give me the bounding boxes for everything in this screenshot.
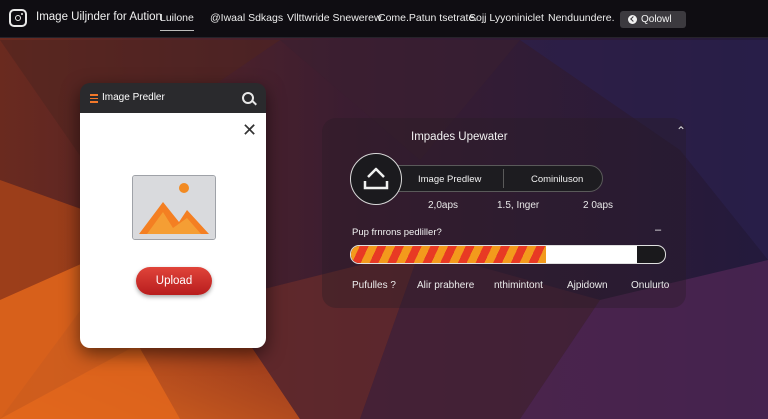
progress-label: Pup frnrons pedliller? <box>352 227 442 238</box>
app-logo-icon[interactable] <box>9 9 27 27</box>
footer-item[interactable]: Alir prabhere <box>417 280 474 291</box>
upload-progress-bar <box>350 245 666 264</box>
top-action-label: Qolowl <box>641 14 672 25</box>
chevron-up-icon[interactable]: ⌃ <box>676 124 686 138</box>
progress-fill <box>351 246 546 263</box>
nav-item-iwaal-sdkags[interactable]: @Iwaal Sdkags <box>210 12 283 24</box>
segment-divider <box>503 169 504 188</box>
search-icon[interactable] <box>242 92 254 104</box>
progress-buffer <box>545 246 637 263</box>
segment-image-predlew[interactable]: Image Predlew <box>418 174 481 185</box>
image-placeholder-icon[interactable] <box>132 175 216 240</box>
image-preview-card: Image Predler ✕ Upload <box>80 83 266 348</box>
card-header: Image Predler <box>80 83 266 113</box>
footer-item[interactable]: Ajpidown <box>567 280 608 291</box>
upload-button[interactable]: Upload <box>136 267 212 295</box>
nav-item-vllttwride[interactable]: Vllttwride Snewerew <box>287 12 382 24</box>
top-action-button[interactable]: Qolowl <box>620 11 686 28</box>
upload-tray-icon[interactable] <box>350 153 402 205</box>
card-body: ✕ Upload <box>80 113 266 348</box>
footer-item[interactable]: Onulurto <box>631 280 669 291</box>
close-icon[interactable]: ✕ <box>242 121 257 139</box>
segment-cominiluson[interactable]: Cominiluson <box>531 174 583 185</box>
nav-item-nenduundere[interactable]: Nenduundere. <box>548 12 615 24</box>
stat-value: 1.5, Inger <box>497 200 540 211</box>
hamburger-icon[interactable] <box>90 94 98 103</box>
card-title: Image Predler <box>102 92 165 103</box>
panel-title: Impades Upewater <box>411 131 508 143</box>
brand-title: Image Uiljnder for Aution <box>36 11 162 23</box>
footer-item[interactable]: nthimintont <box>494 280 543 291</box>
collapse-minus-icon[interactable]: – <box>655 224 661 236</box>
nav-item-luilone[interactable]: Luilone <box>160 12 194 31</box>
stat-value: 2 0aps <box>583 200 614 211</box>
stat-value: 2,0aps <box>428 200 459 211</box>
top-navigation-bar: Image Uiljnder for Aution Luilone @Iwaal… <box>0 0 768 38</box>
footer-item[interactable]: Pufulles ? <box>352 280 396 291</box>
check-circle-icon <box>628 15 637 24</box>
nav-item-come-patun[interactable]: Come.Patun tsetrate. <box>378 12 477 24</box>
nav-item-sojj[interactable]: Sojj Lyyoniniclet <box>469 12 544 24</box>
